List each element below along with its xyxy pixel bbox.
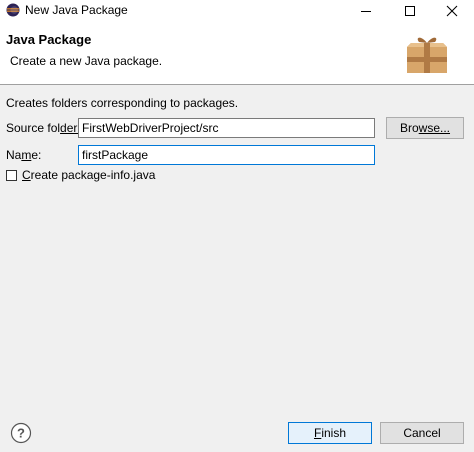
create-package-info-text: reate package-info.java (30, 168, 156, 182)
create-package-info-checkbox[interactable] (6, 169, 17, 181)
close-button[interactable] (432, 0, 472, 22)
maximize-icon (405, 6, 415, 16)
wizard-footer: ? Finish Cancel (0, 412, 474, 452)
page-title: Java Package (6, 32, 92, 47)
name-label-mnemonic: m (21, 148, 32, 162)
name-label-prefix: Na (6, 148, 22, 162)
info-message: Creates folders corresponding to package… (6, 96, 239, 110)
title-bar[interactable]: New Java Package (0, 0, 474, 22)
cancel-button[interactable]: Cancel (380, 422, 464, 444)
window-title: New Java Package (25, 3, 128, 17)
package-box-icon (407, 37, 447, 73)
create-package-info-label: Create package-info.java (22, 168, 155, 182)
name-label: Name: (6, 148, 41, 162)
finish-label-text: inish (321, 426, 347, 440)
finish-button[interactable]: Finish (288, 422, 372, 444)
new-java-package-dialog: New Java Package Java Package Create a n… (0, 0, 474, 452)
help-icon[interactable]: ? (10, 422, 32, 444)
package-name-input[interactable] (78, 145, 375, 165)
minimize-icon (361, 11, 371, 12)
source-folder-label-text: Source fol (6, 121, 61, 135)
browse-button[interactable]: Browse... (386, 117, 464, 139)
source-folder-input[interactable] (78, 118, 375, 138)
browse-label-text: Bro (399, 121, 419, 135)
wizard-header: Java Package Create a new Java package. (0, 22, 474, 85)
maximize-button[interactable] (390, 0, 430, 22)
create-package-info-mnemonic: C (22, 168, 31, 182)
eclipse-icon (6, 3, 20, 17)
page-description: Create a new Java package. (10, 54, 163, 68)
close-icon (446, 5, 458, 17)
name-label-suffix: e: (31, 148, 42, 162)
create-package-info-option[interactable]: Create package-info.java (6, 168, 155, 182)
browse-label-mnemonic: wse... (418, 121, 451, 135)
svg-text:?: ? (17, 426, 25, 441)
minimize-button[interactable] (346, 0, 386, 22)
source-folder-label: Source folder: (6, 121, 81, 135)
